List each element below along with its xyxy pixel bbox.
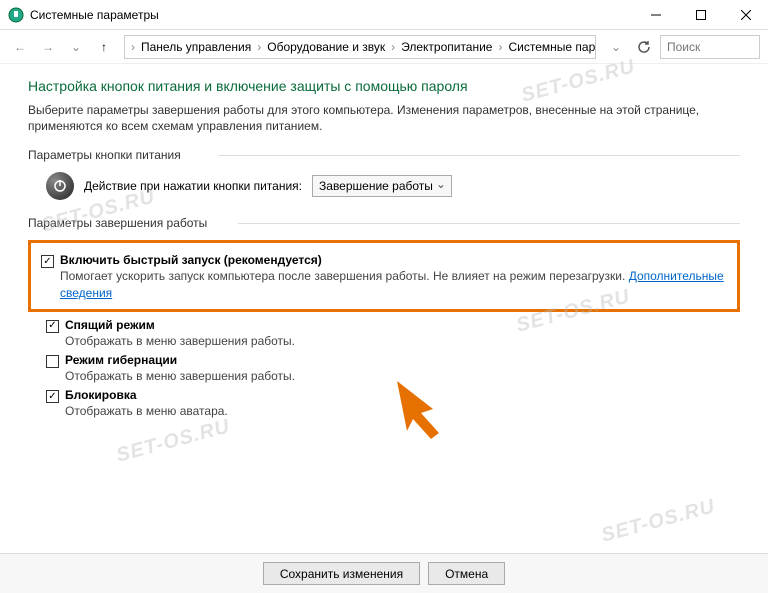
minimize-button[interactable] — [633, 0, 678, 30]
sleep-desc: Отображать в меню завершения работы. — [65, 333, 740, 349]
crumb-system-settings[interactable]: Системные параметры — [504, 40, 596, 54]
page-heading: Настройка кнопок питания и включение защ… — [28, 78, 740, 94]
crumb-control-panel[interactable]: Панель управления — [137, 40, 255, 54]
fast-startup-checkbox[interactable] — [41, 255, 54, 268]
nav-row: ← → ⌄ ↑ › Панель управления › Оборудован… — [0, 30, 768, 64]
lock-desc: Отображать в меню аватара. — [65, 403, 740, 419]
window-title: Системные параметры — [30, 8, 633, 22]
hibernate-checkbox[interactable] — [46, 355, 59, 368]
cancel-button[interactable]: Отмена — [428, 562, 505, 585]
history-dropdown-icon[interactable]: ⌄ — [64, 35, 88, 59]
close-button[interactable] — [723, 0, 768, 30]
app-icon — [8, 7, 24, 23]
crumb-power[interactable]: Электропитание — [397, 40, 496, 54]
power-button-section-label: Параметры кнопки питания — [28, 148, 740, 162]
sleep-checkbox[interactable] — [46, 320, 59, 333]
fast-startup-label: Включить быстрый запуск (рекомендуется) — [60, 253, 322, 267]
refresh-button[interactable] — [632, 35, 656, 59]
hibernate-desc: Отображать в меню завершения работы. — [65, 368, 740, 384]
up-button[interactable]: ↑ — [92, 35, 116, 59]
crumb-hardware[interactable]: Оборудование и звук — [263, 40, 389, 54]
search-input[interactable] — [660, 35, 760, 59]
page-subtext: Выберите параметры завершения работы для… — [28, 102, 740, 134]
address-dropdown-icon[interactable]: ⌄ — [604, 35, 628, 59]
content-area: Настройка кнопок питания и включение защ… — [0, 64, 768, 553]
fast-startup-desc: Помогает ускорить запуск компьютера посл… — [60, 268, 727, 300]
breadcrumb[interactable]: › Панель управления › Оборудование и зву… — [124, 35, 596, 59]
lock-label: Блокировка — [65, 388, 137, 402]
power-action-select[interactable]: Завершение работы — [312, 175, 452, 197]
hibernate-label: Режим гибернации — [65, 353, 177, 367]
save-button[interactable]: Сохранить изменения — [263, 562, 420, 585]
titlebar: Системные параметры — [0, 0, 768, 30]
lock-checkbox[interactable] — [46, 390, 59, 403]
forward-button[interactable]: → — [36, 35, 60, 59]
footer-bar: Сохранить изменения Отмена — [0, 553, 768, 593]
back-button[interactable]: ← — [8, 35, 32, 59]
maximize-button[interactable] — [678, 0, 723, 30]
power-icon — [46, 172, 74, 200]
fast-startup-highlight: Включить быстрый запуск (рекомендуется) … — [28, 240, 740, 311]
shutdown-section-label: Параметры завершения работы — [28, 216, 740, 230]
sleep-label: Спящий режим — [65, 318, 155, 332]
power-action-label: Действие при нажатии кнопки питания: — [84, 179, 302, 193]
